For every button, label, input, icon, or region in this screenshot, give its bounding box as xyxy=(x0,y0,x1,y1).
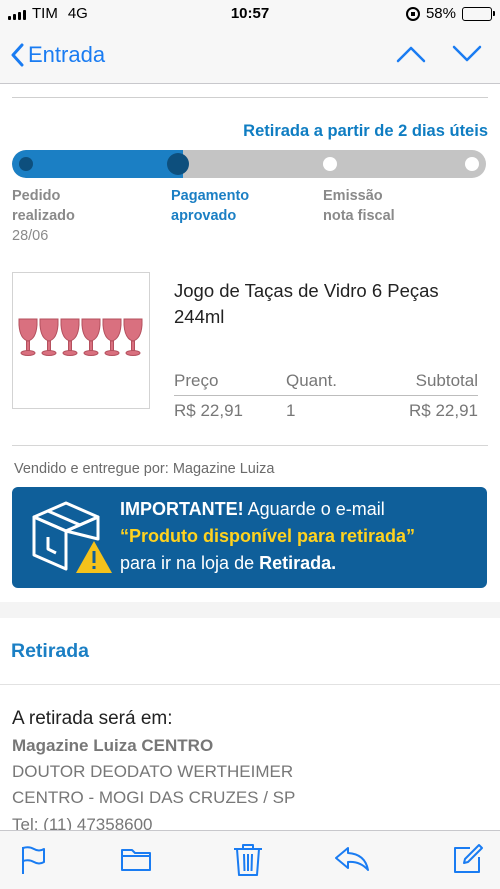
important-banner: IMPORTANTE! Aguarde o e-mail “Produto di… xyxy=(12,487,487,588)
banner-store-word: Retirada. xyxy=(259,553,337,573)
price-value: R$ 22,91 xyxy=(174,401,243,420)
flag-icon xyxy=(22,846,45,874)
reply-icon xyxy=(335,847,369,871)
step-label-line: nota fiscal xyxy=(323,208,395,224)
step-pagamento-aprovado: Pagamento aprovado xyxy=(171,186,249,226)
chevron-left-icon xyxy=(11,43,24,67)
subtotal-value: R$ 22,91 xyxy=(409,401,478,420)
battery-percent: 58% xyxy=(425,5,456,22)
battery-icon xyxy=(462,6,495,21)
pickup-intro: A retirada será em: xyxy=(12,708,173,729)
seller-info: Vendido e entregue por: Magazine Luiza xyxy=(14,461,275,477)
email-body[interactable]: Retirada a partir de 2 dias úteis Pedido… xyxy=(0,84,500,830)
divider xyxy=(0,684,500,685)
step-dot-pending xyxy=(323,157,337,171)
previous-message-button[interactable] xyxy=(396,44,426,69)
mail-toolbar xyxy=(0,830,500,889)
column-header: Subtotal xyxy=(415,370,478,390)
step-dot-current xyxy=(167,153,189,175)
status-right: 58% xyxy=(405,5,495,22)
step-label-line: Pagamento xyxy=(171,188,250,204)
table-row: R$ 22,91 1 R$ 22,91 xyxy=(174,396,478,426)
progress-fill xyxy=(12,150,183,178)
pickup-address: CENTRO - MOGI DAS CRUZES / SP xyxy=(12,788,296,807)
product-image[interactable] xyxy=(12,272,150,409)
order-progress-bar xyxy=(12,150,486,178)
banner-line: IMPORTANTE! Aguarde o e-mail xyxy=(120,496,480,523)
banner-highlight: “Produto disponível para retirada” xyxy=(120,526,416,546)
quantity-value: 1 xyxy=(286,401,296,420)
step-label-line: aprovado xyxy=(171,208,237,224)
rotation-lock-icon xyxy=(405,6,420,21)
step-date: 28/06 xyxy=(12,228,49,244)
delete-button[interactable] xyxy=(233,843,263,882)
move-to-folder-button[interactable] xyxy=(120,845,152,878)
pickup-store: Magazine Luiza CENTRO xyxy=(12,736,214,755)
status-bar: TIM 4G 10:57 58% xyxy=(0,0,500,30)
reply-button[interactable] xyxy=(334,845,370,878)
flag-button[interactable] xyxy=(20,845,46,880)
divider xyxy=(12,97,488,98)
pickup-address: DOUTOR DEODATO WERTHEIMER xyxy=(12,762,294,781)
next-message-button[interactable] xyxy=(452,44,482,69)
chevron-up-icon xyxy=(396,46,426,63)
chevron-down-icon xyxy=(452,45,482,62)
column-header: Preço xyxy=(174,370,219,390)
back-label: Entrada xyxy=(28,42,106,67)
pink-glasses-product-image xyxy=(18,318,143,356)
price-table: Preço Quant. Subtotal R$ 22,91 1 R$ 22,9… xyxy=(174,366,478,426)
pickup-phone[interactable]: Tel: (11) 47358600 xyxy=(12,815,153,830)
banner-text: Aguarde o e-mail xyxy=(243,499,385,519)
section-title-retirada: Retirada xyxy=(11,640,90,662)
banner-message: IMPORTANTE! Aguarde o e-mail “Produto di… xyxy=(120,496,480,577)
product-name[interactable]: Jogo de Taças de Vidro 6 Peças 244ml xyxy=(174,278,474,330)
compose-button[interactable] xyxy=(452,843,484,880)
step-dot-done xyxy=(19,157,33,171)
compose-icon xyxy=(454,844,483,873)
divider xyxy=(12,445,488,446)
section-gap xyxy=(0,602,500,618)
mail-nav-bar: Entrada xyxy=(0,30,500,84)
step-pedido-realizado: Pedido realizado 28/06 xyxy=(12,186,75,246)
message-nav xyxy=(396,44,482,69)
banner-important: IMPORTANTE! xyxy=(120,499,244,519)
back-button[interactable]: Entrada xyxy=(10,42,105,68)
banner-line: para ir na loja de Retirada. xyxy=(120,550,480,577)
step-label-line: Emissão xyxy=(323,188,383,204)
step-label-line: Pedido xyxy=(12,188,61,204)
box-warning-icon xyxy=(32,501,112,573)
banner-text: para ir na loja de xyxy=(120,553,260,573)
pickup-lead-time: Retirada a partir de 2 dias úteis xyxy=(243,122,488,140)
trash-icon xyxy=(234,844,262,876)
price-table-header: Preço Quant. Subtotal xyxy=(174,366,478,396)
folder-icon xyxy=(121,849,151,871)
column-header: Quant. xyxy=(286,370,338,390)
step-label-line: realizado xyxy=(12,208,75,224)
step-dot-pending xyxy=(465,157,479,171)
step-emissao-nota-fiscal: Emissão nota fiscal xyxy=(323,186,395,226)
